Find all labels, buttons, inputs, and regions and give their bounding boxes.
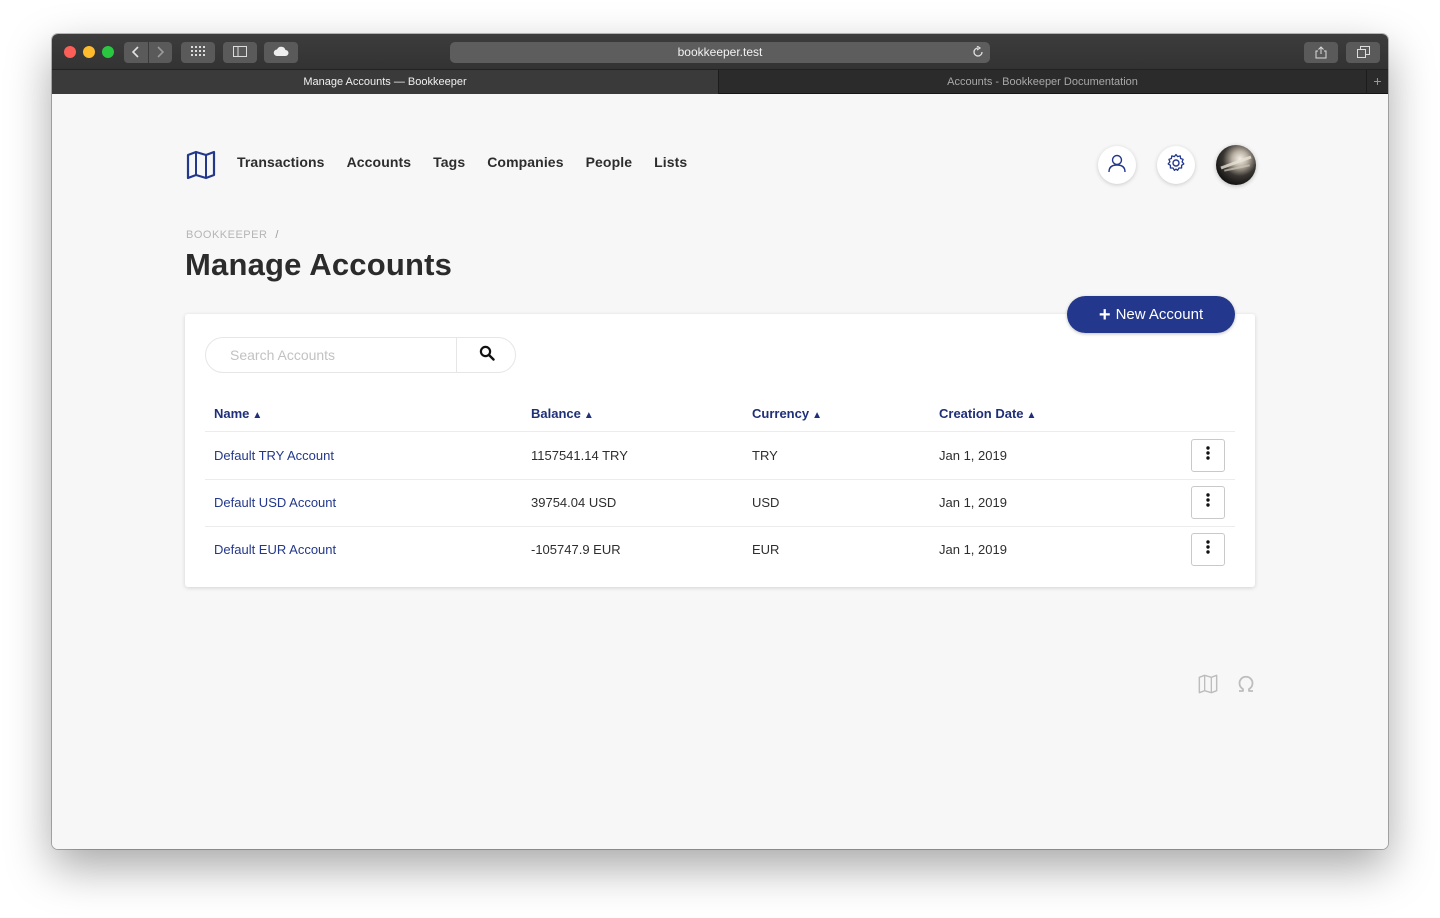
- address-bar[interactable]: bookkeeper.test: [450, 42, 990, 63]
- page-content: Transactions Accounts Tags Companies Peo…: [52, 94, 1388, 849]
- search-icon: [479, 345, 495, 366]
- account-creation-date: Jan 1, 2019: [939, 542, 1007, 557]
- row-actions-button[interactable]: [1191, 533, 1225, 566]
- column-header-creation-date[interactable]: Creation Date ▲︎: [939, 406, 1036, 421]
- tabs-overview-icon[interactable]: [1346, 42, 1380, 63]
- account-currency: TRY: [752, 448, 778, 463]
- column-header-label: Currency: [752, 406, 810, 421]
- tab-documentation[interactable]: Accounts - Bookkeeper Documentation: [720, 70, 1365, 94]
- column-header-label: Balance: [531, 406, 581, 421]
- account-name-link[interactable]: Default TRY Account: [214, 448, 334, 463]
- account-currency: EUR: [752, 542, 780, 557]
- browser-window: bookkeeper.test Manage Accounts — Bookke…: [52, 34, 1388, 849]
- column-header-name[interactable]: Name ▲︎: [214, 406, 262, 421]
- kebab-menu-icon: [1206, 446, 1210, 465]
- map-icon[interactable]: [1198, 674, 1218, 699]
- new-tab-button[interactable]: +: [1366, 70, 1388, 94]
- sort-icon: ▲︎: [583, 410, 594, 421]
- search-input[interactable]: [206, 338, 456, 372]
- column-header-balance[interactable]: Balance ▲︎: [531, 406, 594, 421]
- minimize-window-button[interactable]: [83, 46, 95, 58]
- footer-icons: [1198, 674, 1256, 699]
- back-button[interactable]: [124, 42, 148, 63]
- omega-icon[interactable]: [1236, 674, 1256, 699]
- tab-bar: Manage Accounts — Bookkeeper Accounts - …: [52, 70, 1388, 94]
- row-actions-button[interactable]: [1191, 439, 1225, 472]
- account-creation-date: Jan 1, 2019: [939, 495, 1007, 510]
- new-account-label: New Account: [1115, 306, 1204, 323]
- share-icon[interactable]: [1304, 42, 1338, 63]
- page-title: Manage Accounts: [185, 247, 453, 282]
- gear-icon: [1166, 153, 1186, 178]
- table-row: Default EUR Account -105747.9 EUR EUR Ja…: [205, 526, 1235, 573]
- user-icon: [1107, 153, 1127, 178]
- cloud-icon[interactable]: [264, 42, 298, 63]
- tab-manage-accounts[interactable]: Manage Accounts — Bookkeeper: [52, 70, 719, 94]
- account-name-link[interactable]: Default EUR Account: [214, 542, 336, 557]
- nav-lists[interactable]: Lists: [654, 154, 687, 170]
- nav-people[interactable]: People: [586, 154, 633, 170]
- sort-icon: ▲︎: [1026, 410, 1037, 421]
- url-text: bookkeeper.test: [677, 45, 763, 59]
- kebab-menu-icon: [1206, 540, 1210, 559]
- breadcrumb: BOOKKEEPER /: [186, 229, 279, 241]
- row-actions-button[interactable]: [1191, 486, 1225, 519]
- history-nav: [124, 42, 172, 63]
- account-balance: -105747.9 EUR: [531, 542, 621, 557]
- search-button[interactable]: [456, 338, 516, 372]
- account-name-link[interactable]: Default USD Account: [214, 495, 336, 510]
- search-box: [205, 337, 516, 373]
- account-creation-date: Jan 1, 2019: [939, 448, 1007, 463]
- browser-toolbar: bookkeeper.test: [52, 34, 1388, 70]
- user-profile-button[interactable]: [1098, 146, 1136, 184]
- account-currency: USD: [752, 495, 780, 510]
- nav-accounts[interactable]: Accounts: [347, 154, 412, 170]
- nav-companies[interactable]: Companies: [487, 154, 563, 170]
- sort-icon: ▲︎: [252, 410, 263, 421]
- main-nav: Transactions Accounts Tags Companies Peo…: [237, 154, 687, 170]
- kebab-menu-icon: [1206, 493, 1210, 512]
- table-row: Default USD Account 39754.04 USD USD Jan…: [205, 479, 1235, 526]
- grid-icon[interactable]: [181, 42, 215, 63]
- account-balance: 39754.04 USD: [531, 495, 617, 510]
- account-balance: 1157541.14 TRY: [531, 448, 628, 463]
- column-header-label: Creation Date: [939, 406, 1024, 421]
- sidebar-icon[interactable]: [223, 42, 257, 63]
- close-window-button[interactable]: [64, 46, 76, 58]
- table-row: Default TRY Account 1157541.14 TRY TRY J…: [205, 432, 1235, 479]
- map-icon[interactable]: [186, 150, 216, 185]
- accounts-card: Name▲︎ Balance▲︎ Currency▲︎ Creation Dat…: [185, 314, 1255, 587]
- column-header-label: Name: [214, 406, 250, 421]
- avatar[interactable]: [1216, 145, 1256, 185]
- zoom-window-button[interactable]: [102, 46, 114, 58]
- reload-icon[interactable]: [972, 42, 984, 64]
- nav-tags[interactable]: Tags: [433, 154, 465, 170]
- breadcrumb-root[interactable]: BOOKKEEPER: [186, 229, 267, 241]
- nav-transactions[interactable]: Transactions: [237, 154, 325, 170]
- forward-button[interactable]: [147, 42, 173, 63]
- new-account-button[interactable]: + New Account: [1067, 296, 1235, 333]
- plus-icon: +: [1098, 304, 1111, 326]
- settings-button[interactable]: [1157, 146, 1195, 184]
- sort-icon: ▲︎: [812, 410, 822, 421]
- column-header-currency[interactable]: Currency ▲︎: [752, 406, 822, 421]
- breadcrumb-separator: /: [275, 229, 279, 241]
